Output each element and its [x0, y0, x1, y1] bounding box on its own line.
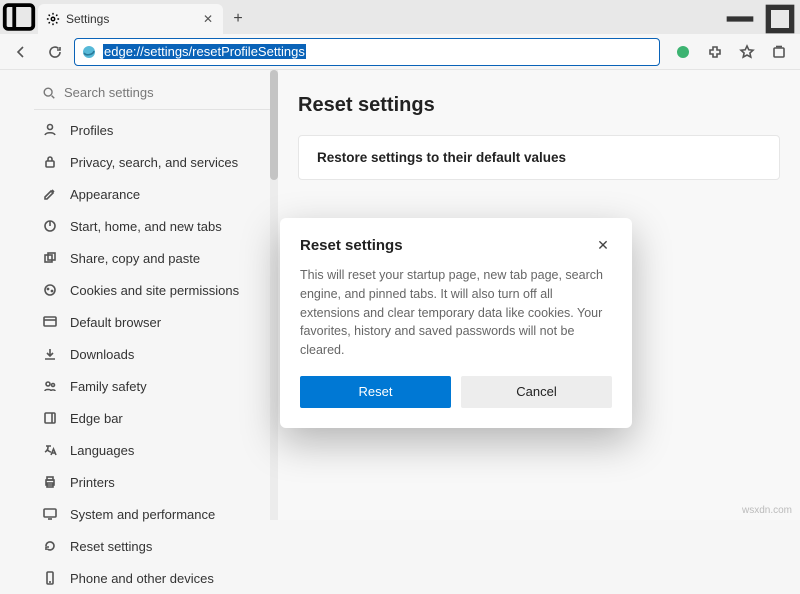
dialog-title: Reset settings [300, 237, 594, 254]
reset-button[interactable]: Reset [300, 376, 451, 408]
reset-icon [42, 538, 58, 554]
cancel-button[interactable]: Cancel [461, 376, 612, 408]
sidebar-item-reset[interactable]: Reset settings [34, 530, 278, 562]
dialog-body: This will reset your startup page, new t… [300, 266, 612, 360]
dialog-close-button[interactable]: ✕ [594, 236, 612, 254]
reset-settings-dialog: Reset settings ✕ This will reset your st… [280, 218, 632, 428]
sidebar-item-phone[interactable]: Phone and other devices [34, 562, 278, 594]
phone-icon [42, 570, 58, 586]
watermark: wsxdn.com [742, 505, 792, 516]
modal-overlay: Reset settings ✕ This will reset your st… [0, 0, 800, 520]
